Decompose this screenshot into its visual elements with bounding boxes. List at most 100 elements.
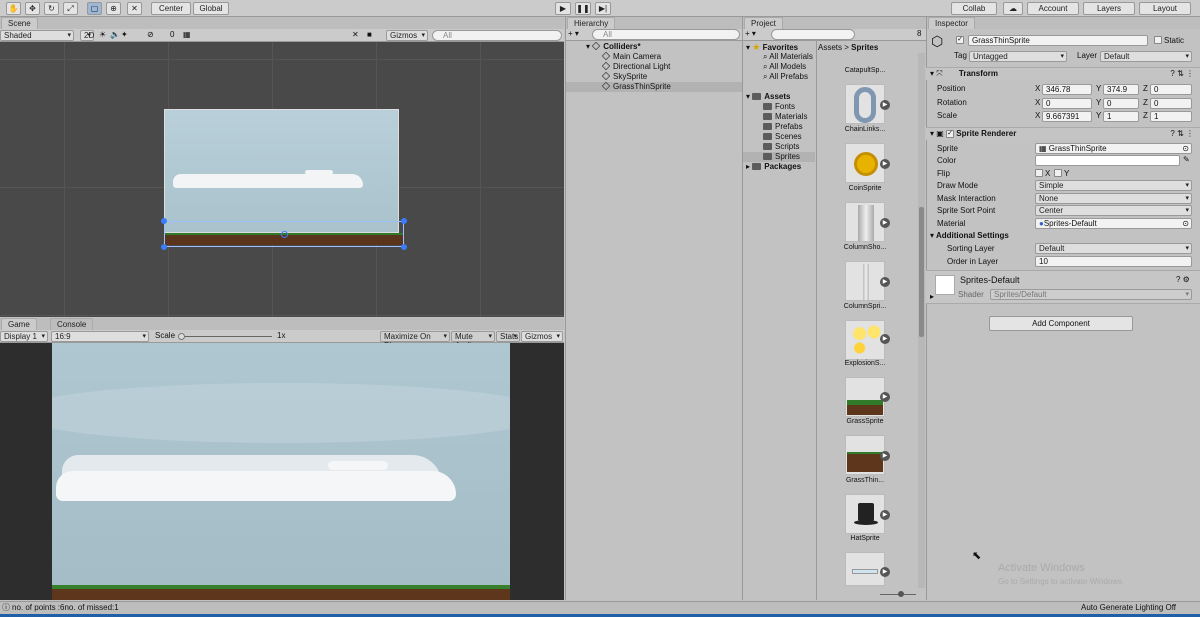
rotate-tool-button[interactable]: ↻ <box>44 2 59 15</box>
folder-item[interactable]: Prefabs <box>763 122 803 132</box>
sprite-expand-icon[interactable]: ▶ <box>880 100 890 110</box>
play-button[interactable]: ▶ <box>555 2 571 15</box>
custom-tool-button[interactable]: ✕ <box>127 2 142 15</box>
draw-mode-dropdown[interactable]: Simple <box>1035 180 1192 191</box>
material-menu-icon[interactable]: ? ⚙ <box>1176 275 1190 285</box>
sprite-expand-icon[interactable]: ▶ <box>880 218 890 228</box>
sprite-renderer-header[interactable]: ▾ ▣ ✓ Sprite Renderer? ⇅ ⋮ <box>926 127 1200 140</box>
hierarchy-item-skysprite[interactable]: SkySprite <box>601 71 647 82</box>
tab-game[interactable]: Game <box>1 318 37 330</box>
sprite-expand-icon[interactable]: ▶ <box>880 277 890 287</box>
pivot-handle[interactable] <box>281 231 288 238</box>
material-field[interactable]: ●Sprites-Default ⊙ <box>1035 218 1192 229</box>
scene-sky-sprite[interactable] <box>164 109 399 233</box>
asset-grass[interactable] <box>845 377 885 417</box>
aspect-dropdown[interactable]: 16:9 <box>51 331 149 342</box>
position-x-field[interactable]: 346.78 <box>1042 84 1092 95</box>
folder-item[interactable]: Scripts <box>763 142 799 152</box>
scale-slider-track[interactable] <box>180 336 272 337</box>
scale-slider-thumb[interactable] <box>178 333 185 340</box>
sprite-expand-icon[interactable]: ▶ <box>880 159 890 169</box>
create-plus-icon[interactable]: + ▾ <box>568 29 579 39</box>
game-gizmos-dropdown[interactable]: Gizmos <box>521 331 563 342</box>
thumbnail-size-thumb[interactable] <box>898 591 904 597</box>
component-menu-icon[interactable]: ? ⇅ ⋮ <box>1170 128 1194 140</box>
transform-tool-button[interactable]: ⊕ <box>106 2 121 15</box>
order-in-layer-field[interactable]: 10 <box>1035 256 1192 267</box>
project-scrollbar-thumb[interactable] <box>919 207 924 337</box>
hierarchy-search-input[interactable]: All <box>592 29 740 40</box>
eyedropper-icon[interactable]: ✎ <box>1183 155 1190 165</box>
step-button[interactable]: ▶| <box>595 2 611 15</box>
folder-item[interactable]: Scenes <box>763 132 802 142</box>
hierarchy-root[interactable]: ▾ Colliders* <box>586 41 641 52</box>
tab-hierarchy[interactable]: Hierarchy <box>567 17 616 29</box>
selection-handle-tr[interactable] <box>401 218 407 224</box>
tab-scene[interactable]: Scene <box>1 17 38 29</box>
project-search-input[interactable] <box>771 29 855 40</box>
shading-mode-dropdown[interactable]: Shaded <box>0 30 74 41</box>
favorite-item[interactable]: ⌕ All Prefabs <box>763 72 808 82</box>
folder-item[interactable]: Materials <box>763 112 807 122</box>
tools-icon[interactable]: ✕ <box>352 30 359 40</box>
asset-hat[interactable] <box>845 494 885 534</box>
rotation-z-field[interactable]: 0 <box>1150 98 1192 109</box>
move-tool-button[interactable]: ✥ <box>25 2 40 15</box>
active-checkbox[interactable]: ✓ <box>956 36 964 44</box>
rotation-y-field[interactable]: 0 <box>1103 98 1139 109</box>
asset-explosion[interactable] <box>845 320 885 360</box>
object-picker-icon[interactable]: ⊙ <box>1182 219 1189 228</box>
add-component-button[interactable]: Add Component <box>989 316 1133 331</box>
position-z-field[interactable]: 0 <box>1150 84 1192 95</box>
asset-coin[interactable] <box>845 143 885 183</box>
layout-dropdown[interactable]: Layout <box>1139 2 1191 15</box>
transform-header[interactable]: ▾ ⤧ Transform? ⇅ ⋮ <box>926 67 1200 80</box>
sprite-expand-icon[interactable]: ▶ <box>880 392 890 402</box>
camera-icon[interactable]: ■ <box>367 30 372 40</box>
project-divider[interactable] <box>816 41 817 600</box>
favorite-item[interactable]: ⌕ All Models <box>763 62 806 72</box>
scene-gizmos-dropdown[interactable]: Gizmos <box>386 30 428 41</box>
pivot-center-button[interactable]: Center <box>151 2 191 15</box>
display-dropdown[interactable]: Display 1 <box>0 331 48 342</box>
sprite-expand-icon[interactable]: ▶ <box>880 567 890 577</box>
collab-dropdown[interactable]: Collab <box>951 2 997 15</box>
component-menu-icon[interactable]: ? ⇅ ⋮ <box>1170 68 1194 80</box>
folder-item[interactable]: Fonts <box>763 102 795 112</box>
breadcrumb-root[interactable]: Assets <box>818 43 842 52</box>
object-picker-icon[interactable]: ⊙ <box>1182 144 1189 153</box>
rotation-x-field[interactable]: 0 <box>1042 98 1092 109</box>
asset-grass-thin[interactable] <box>845 435 885 475</box>
mask-interaction-dropdown[interactable]: None <box>1035 193 1192 204</box>
asset-column[interactable] <box>845 261 885 301</box>
selection-handle-bl[interactable] <box>161 244 167 250</box>
layer-dropdown[interactable]: Default <box>1100 51 1192 62</box>
maximize-on-play-toggle[interactable]: Maximize On Play <box>380 331 450 350</box>
hierarchy-item-directional-light[interactable]: Directional Light <box>601 61 670 72</box>
effects-icon[interactable]: ✦ <box>121 30 128 40</box>
sprite-field[interactable]: ▦ GrassThinSprite ⊙ <box>1035 143 1192 154</box>
sorting-layer-dropdown[interactable]: Default <box>1035 243 1192 254</box>
scale-z-field[interactable]: 1 <box>1150 111 1192 122</box>
visibility-icon[interactable]: ⊘ <box>147 30 154 40</box>
selection-handle-br[interactable] <box>401 244 407 250</box>
tab-console[interactable]: Console <box>50 318 94 330</box>
game-view[interactable] <box>52 343 510 600</box>
scale-x-field[interactable]: 9.667391 <box>1042 111 1092 122</box>
sprite-expand-icon[interactable]: ▶ <box>880 334 890 344</box>
asset-column-short[interactable] <box>845 202 885 242</box>
additional-settings-foldout[interactable]: ▾ Additional Settings <box>930 231 1009 241</box>
sprite-expand-icon[interactable]: ▶ <box>880 510 890 520</box>
favorite-item[interactable]: ⌕ All Materials <box>763 52 813 62</box>
color-swatch[interactable] <box>1035 155 1180 166</box>
cloud-button[interactable]: ☁ <box>1003 2 1023 15</box>
folder-item-sprites[interactable]: Sprites <box>763 152 800 162</box>
tab-project[interactable]: Project <box>744 17 783 29</box>
breadcrumb-leaf[interactable]: Sprites <box>851 43 878 52</box>
assets-folder[interactable]: ▾ Assets <box>746 92 791 102</box>
sprite-renderer-enabled-checkbox[interactable]: ✓ <box>946 129 955 138</box>
2d-toggle[interactable]: 2D <box>80 30 94 41</box>
material-foldout-icon[interactable]: ▸ <box>930 292 934 302</box>
scale-tool-button[interactable]: ⤢ <box>63 2 78 15</box>
status-message[interactable]: no. of points :6no. of missed:1 <box>12 603 119 613</box>
